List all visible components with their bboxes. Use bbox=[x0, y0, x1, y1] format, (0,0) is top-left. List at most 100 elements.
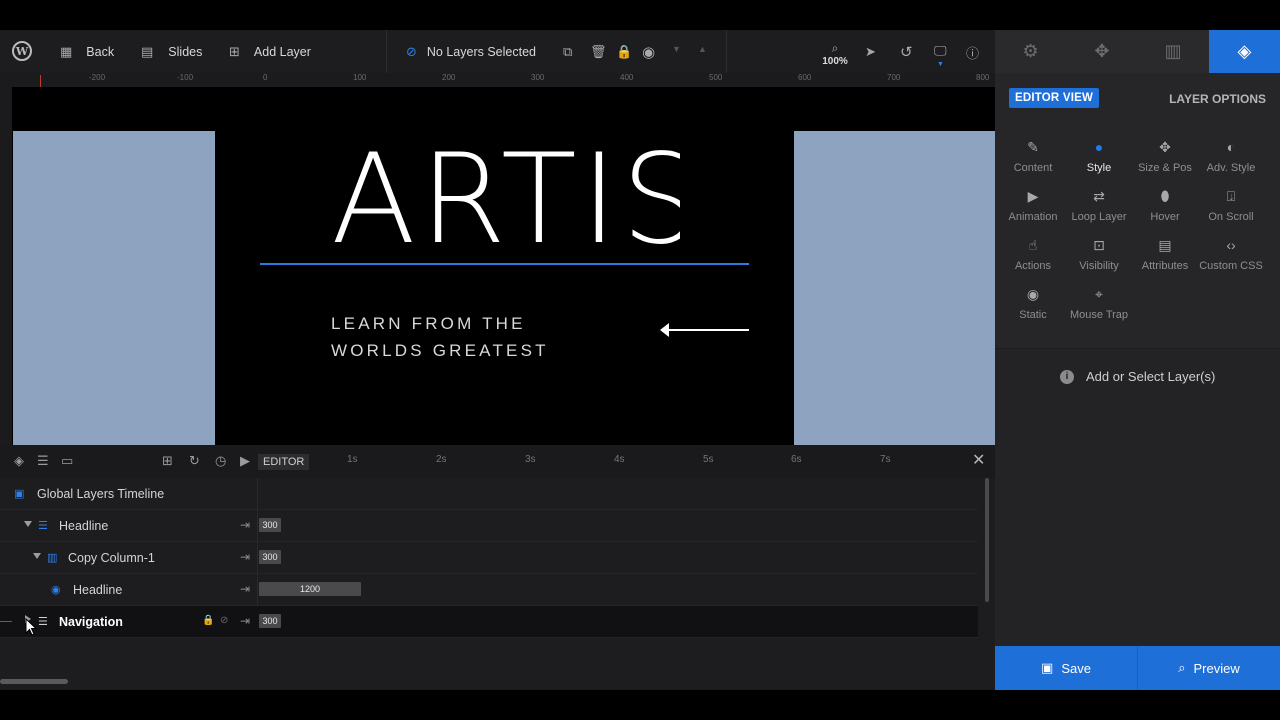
jump-to-end-icon[interactable]: ⇥ bbox=[240, 582, 250, 596]
layer-label: Navigation bbox=[59, 615, 123, 629]
file-icon: ▤ bbox=[1158, 237, 1172, 253]
search-icon: ⌕ bbox=[1178, 660, 1186, 675]
folder-icon[interactable]: ▭ bbox=[61, 453, 73, 469]
zoom-level: 100% bbox=[822, 56, 848, 67]
chevron-down-icon[interactable] bbox=[33, 553, 41, 559]
headline-layer[interactable]: ARTIS bbox=[331, 136, 680, 264]
layers-icon[interactable]: ◈ bbox=[14, 453, 24, 469]
timeline-bar[interactable]: 300 bbox=[259, 550, 281, 564]
wordpress-logo-icon[interactable]: W bbox=[12, 41, 32, 61]
option-attributes[interactable]: ▤ Attributes bbox=[1132, 238, 1198, 272]
option-label: Actions bbox=[1014, 260, 1052, 272]
option-content[interactable]: ✎ Content bbox=[1000, 140, 1066, 174]
option-animation[interactable]: ▶ Animation bbox=[1000, 189, 1066, 223]
preview-label: Preview bbox=[1193, 660, 1240, 676]
ruler-tick: -200 bbox=[89, 73, 106, 82]
canvas-background-left bbox=[13, 131, 215, 445]
duplicate-icon[interactable]: ⧉ bbox=[563, 44, 572, 60]
eye-icon[interactable]: ◉ bbox=[642, 43, 655, 61]
editor-view-tab[interactable]: EDITOR VIEW bbox=[1009, 88, 1100, 108]
layer-row[interactable]: ☰ Navigation 🔒 ⊘ ⇥ 300 bbox=[0, 606, 978, 638]
jump-to-end-icon[interactable]: ⇥ bbox=[240, 550, 250, 564]
play-icon[interactable]: ▶ bbox=[240, 453, 250, 469]
option-label: Style bbox=[1086, 162, 1112, 174]
ruler-tick: 400 bbox=[620, 73, 634, 82]
layer-label: Headline bbox=[73, 583, 123, 597]
selection-status-label: No Layers Selected bbox=[426, 44, 536, 59]
list-icon[interactable]: ☰ bbox=[37, 453, 49, 469]
pointer-hand-icon: ☝ bbox=[1028, 237, 1038, 253]
save-button[interactable]: ▣ Save bbox=[995, 646, 1137, 690]
option-style[interactable]: ● Style bbox=[1066, 140, 1132, 174]
option-visibility[interactable]: ⊡ Visibility bbox=[1066, 238, 1132, 272]
subtitle-line-2: WORLDS GREATEST bbox=[331, 341, 549, 360]
layer-row[interactable]: ◉ Headline ⇥ 1200 bbox=[0, 574, 978, 606]
slides-button[interactable]: ▤ Slides bbox=[141, 30, 202, 73]
cursor-arrow-icon[interactable]: ➤ bbox=[865, 44, 876, 60]
layer-row[interactable]: ☰ Headline ⇥ 300 bbox=[0, 510, 978, 542]
option-mouse-trap[interactable]: ⌖ Mouse Trap bbox=[1066, 287, 1132, 321]
option-custom-css[interactable]: ‹› Custom CSS bbox=[1198, 238, 1264, 272]
option-on-scroll[interactable]: ⍗ On Scroll bbox=[1198, 189, 1264, 223]
jump-to-end-icon[interactable]: ⇥ bbox=[240, 614, 250, 628]
loop-icon: ⇄ bbox=[1093, 188, 1105, 204]
lock-icon[interactable]: 🔒 bbox=[616, 44, 632, 60]
subtitle-layer[interactable]: LEARN FROM THE WORLDS GREATEST bbox=[331, 310, 549, 364]
fit-icon[interactable]: ⊞ bbox=[162, 453, 173, 469]
option-label: Custom CSS bbox=[1199, 260, 1263, 272]
empty-state-label: Add or Select Layer(s) bbox=[1086, 369, 1216, 384]
eye-off-icon[interactable]: ⊘ bbox=[220, 615, 228, 626]
ruler-tick: 200 bbox=[442, 73, 456, 82]
option-label: Size & Pos bbox=[1138, 162, 1192, 174]
layer-label: Copy Column-1 bbox=[68, 551, 155, 565]
option-static[interactable]: ◉ Static bbox=[1000, 287, 1066, 321]
layers-tab[interactable]: ◈ bbox=[1208, 30, 1280, 73]
vertical-scrollbar[interactable] bbox=[985, 478, 989, 602]
zoom-control[interactable]: ⌕ 100% bbox=[822, 39, 848, 67]
option-size-pos[interactable]: ✥ Size & Pos bbox=[1132, 140, 1198, 174]
add-layer-label: Add Layer bbox=[253, 44, 311, 59]
timer-icon[interactable]: ◷ bbox=[215, 453, 226, 469]
slides-tab[interactable]: ▥ bbox=[1138, 30, 1209, 73]
arrow-line bbox=[668, 329, 749, 331]
timeline-bar[interactable]: 300 bbox=[259, 518, 281, 532]
option-label: Mouse Trap bbox=[1069, 309, 1129, 321]
layer-options-tab[interactable]: LAYER OPTIONS bbox=[1169, 92, 1266, 106]
desktop-icon[interactable]: 🖵 bbox=[934, 43, 947, 59]
preview-button[interactable]: ⌕ Preview bbox=[1137, 646, 1280, 690]
info-icon: i bbox=[1060, 369, 1074, 384]
back-button[interactable]: ▦ Back bbox=[60, 30, 114, 73]
close-icon[interactable]: ✕ bbox=[972, 450, 985, 470]
settings-tab[interactable]: ⚙ bbox=[995, 30, 1066, 73]
undo-icon[interactable]: ↺ bbox=[900, 43, 913, 61]
playhead-marker bbox=[0, 621, 12, 622]
option-actions[interactable]: ☝ Actions bbox=[1000, 238, 1066, 272]
layer-settings-area: i Add or Select Layer(s) bbox=[995, 349, 1280, 650]
global-layers-row[interactable]: ▣ Global Layers Timeline bbox=[0, 478, 978, 510]
timeline-bar[interactable]: 1200 bbox=[259, 582, 361, 596]
chevron-up-icon[interactable]: ▲ bbox=[698, 44, 707, 54]
ruler-tick: 600 bbox=[798, 73, 812, 82]
column-icon: ▥ bbox=[47, 552, 58, 564]
ruler-tick: 700 bbox=[887, 73, 901, 82]
chevron-down-icon[interactable]: ▼ bbox=[672, 44, 681, 54]
chevron-down-icon[interactable] bbox=[24, 521, 32, 527]
horizontal-scrollbar[interactable] bbox=[0, 679, 68, 684]
jump-to-end-icon[interactable]: ⇥ bbox=[240, 518, 250, 532]
lock-icon[interactable]: 🔒 bbox=[202, 615, 214, 626]
timeline-bar[interactable]: 300 bbox=[259, 614, 281, 628]
option-hover[interactable]: ⬮ Hover bbox=[1132, 189, 1198, 223]
option-adv-style[interactable]: ◐ Adv. Style bbox=[1198, 140, 1264, 174]
help-icon[interactable]: ⓘ bbox=[966, 43, 979, 62]
trash-icon[interactable]: 🗑 bbox=[590, 44, 607, 60]
layer-row[interactable]: ▥ Copy Column-1 ⇥ 300 bbox=[0, 542, 978, 574]
loop-icon[interactable]: ↻ bbox=[189, 453, 200, 469]
guide-line bbox=[260, 263, 749, 265]
save-bar: ▣ Save ⌕ Preview bbox=[995, 646, 1280, 690]
add-layer-button[interactable]: ⊞ Add Layer bbox=[229, 30, 311, 73]
option-loop-layer[interactable]: ⇄ Loop Layer bbox=[1066, 189, 1132, 223]
slide-canvas[interactable]: ARTIS LEARN FROM THE WORLDS GREATEST bbox=[13, 88, 995, 445]
device-caret-icon: ▼ bbox=[937, 61, 944, 68]
option-label: Adv. Style bbox=[1206, 162, 1256, 174]
navigation-tab[interactable]: ✥ bbox=[1066, 30, 1137, 73]
